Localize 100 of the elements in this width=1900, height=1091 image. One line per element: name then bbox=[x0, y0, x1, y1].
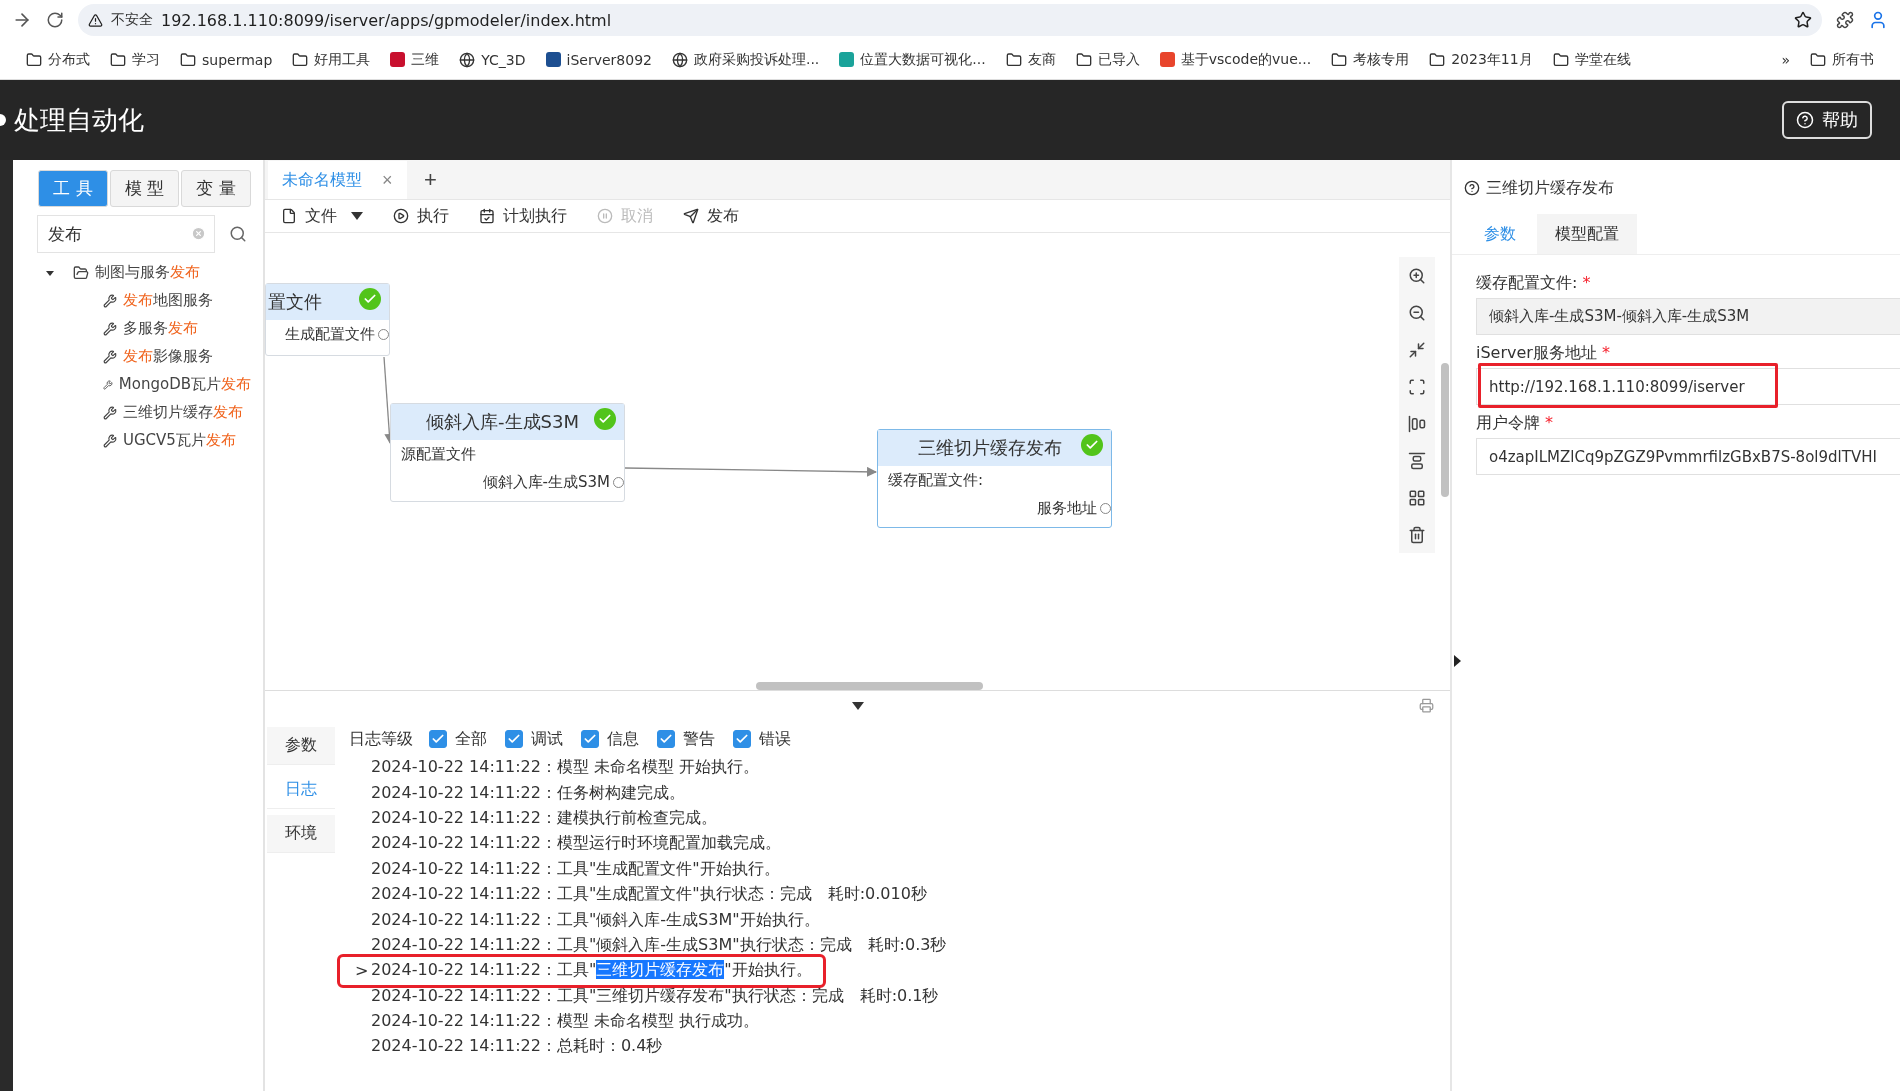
address-bar[interactable]: 不安全 192.168.1.110:8099/iserver/apps/gpmodeler/index.html bbox=[78, 4, 1822, 36]
bookmark-link[interactable]: 位置大数据可视化... bbox=[831, 47, 994, 72]
scrollbar-thumb[interactable] bbox=[1441, 363, 1449, 497]
wrench-icon bbox=[103, 349, 117, 364]
play-icon bbox=[393, 208, 409, 224]
bookmark-link[interactable]: 分布式 bbox=[18, 47, 98, 72]
panel-tab[interactable]: 模型配置 bbox=[1537, 214, 1637, 254]
checkbox[interactable] bbox=[429, 730, 447, 748]
toolbar-button[interactable]: 文件 bbox=[281, 205, 363, 227]
folder-icon bbox=[1429, 51, 1446, 68]
security-label: 不安全 bbox=[111, 11, 153, 29]
panel-title: 三维切片缓存发布 bbox=[1486, 177, 1614, 199]
tree-item[interactable]: UGCV5瓦片发布 bbox=[123, 431, 236, 450]
bookmark-link[interactable]: 三维 bbox=[382, 47, 448, 72]
log-row[interactable]: 2024-10-22 14:11:22：工具"三维切片缓存发布"执行状态：完成 耗时:0.1秒 bbox=[341, 983, 949, 1009]
reload-icon[interactable] bbox=[46, 11, 64, 29]
log-row[interactable]: 2024-10-22 14:11:22：工具"生成配置文件"开始执行。 bbox=[341, 856, 790, 882]
bookmark-link[interactable]: supermap bbox=[172, 48, 281, 71]
folder-icon bbox=[110, 51, 126, 68]
log-row[interactable]: 2024-10-22 14:11:22：工具"倾斜入库-生成S3M"开始执行。 bbox=[341, 907, 830, 933]
toolbar-button[interactable]: 计划执行 bbox=[479, 205, 567, 227]
log-row[interactable]: 2024-10-22 14:11:22：工具"倾斜入库-生成S3M"执行状态：完成 耗时:0.3秒 bbox=[341, 932, 957, 959]
tree-item[interactable]: 发布地图服务 bbox=[123, 291, 213, 310]
side-tab[interactable]: 参数 bbox=[267, 727, 335, 765]
log-row[interactable]: 2024-10-22 14:11:22：模型 未命名模型 开始执行。 bbox=[341, 755, 770, 781]
tool-node[interactable]: 置文件 生成配置文件 bbox=[265, 283, 390, 356]
log-line: 2024-10-22 14:11:22：模型 未命名模型 执行成功。 bbox=[371, 1011, 760, 1033]
side-tab[interactable]: 环境 bbox=[267, 815, 335, 853]
text-field[interactable]: http://192.168.1.110:8099/iserver bbox=[1476, 368, 1900, 405]
check-icon bbox=[431, 732, 445, 746]
bookmark-star-icon[interactable] bbox=[1794, 11, 1812, 29]
folder-icon bbox=[1810, 51, 1826, 68]
checkbox[interactable] bbox=[733, 730, 751, 748]
tree-item[interactable]: 制图与服务发布 bbox=[95, 263, 200, 282]
expand-marker[interactable]: > bbox=[355, 961, 371, 981]
checkbox[interactable] bbox=[657, 730, 675, 748]
log-line: 2024-10-22 14:11:22：工具"生成配置文件"执行状态：完成 耗时:0.010秒 bbox=[371, 884, 927, 906]
bookmark-link[interactable]: 2023年11月 bbox=[1421, 47, 1541, 72]
log-line: 2024-10-22 14:11:22：工具"倾斜入库-生成S3M"执行状态：完成 耗时:0.3秒 bbox=[371, 934, 947, 956]
extensions-icon[interactable] bbox=[1836, 11, 1854, 29]
help-button[interactable]: 帮助 bbox=[1782, 101, 1872, 139]
folder-icon bbox=[1552, 51, 1569, 68]
bookmark-link[interactable]: 好用工具 bbox=[284, 47, 379, 72]
field-label: 缓存配置文件: * bbox=[1476, 273, 1591, 294]
collapse-icon[interactable] bbox=[851, 702, 864, 710]
tree-item[interactable]: 多服务发布 bbox=[123, 319, 198, 338]
port-handle[interactable] bbox=[613, 476, 624, 488]
log-row[interactable]: 2024-10-22 14:11:22：建模执行前检查完成。 bbox=[341, 805, 727, 832]
panel-tab[interactable]: 变 量 bbox=[181, 170, 251, 207]
text-field[interactable]: o4zapILMZlCq9pZGZ9PvmmrfilzGBxB7S-8ol9dlTVHI bbox=[1476, 438, 1900, 475]
bookmark-link[interactable]: 学习 bbox=[102, 47, 168, 72]
align-vertical-icon bbox=[1408, 451, 1426, 470]
scrollbar-thumb[interactable] bbox=[756, 682, 983, 690]
bookmark-link[interactable]: 友商 bbox=[997, 47, 1064, 72]
node-title: 倾斜入库-生成S3M bbox=[391, 404, 624, 440]
port-handle[interactable] bbox=[1100, 502, 1111, 514]
log-row[interactable]: 2024-10-22 14:11:22：工具"生成配置文件"执行状态：完成 耗时:0.010秒 bbox=[341, 881, 937, 908]
bookmark-link[interactable]: 所有书 bbox=[1802, 47, 1882, 72]
checkbox[interactable] bbox=[505, 730, 523, 748]
shrink-icon bbox=[1408, 340, 1426, 359]
zoom-out-icon bbox=[1408, 303, 1426, 322]
tree-item[interactable]: MongoDB瓦片发布 bbox=[118, 375, 251, 394]
panel-tab[interactable]: 模 型 bbox=[109, 170, 180, 207]
tree-item[interactable]: 发布影像服务 bbox=[123, 347, 213, 366]
more-bookmarks-button[interactable]: » bbox=[1773, 48, 1798, 71]
log-row[interactable]: 2024-10-22 14:11:22：总耗时：0.4秒 bbox=[341, 1034, 673, 1060]
grid-icon bbox=[1408, 488, 1426, 507]
profile-icon[interactable] bbox=[1868, 10, 1888, 30]
close-tab-button[interactable]: × bbox=[382, 169, 393, 191]
text-field[interactable]: 倾斜入库-生成S3M-倾斜入库-生成S3M bbox=[1476, 298, 1900, 335]
toolbar-button[interactable]: 执行 bbox=[393, 205, 449, 227]
logo-icon bbox=[0, 113, 8, 127]
search-icon[interactable] bbox=[229, 225, 247, 243]
bookmark-link[interactable]: 考核专用 bbox=[1323, 47, 1418, 72]
warning-icon bbox=[88, 12, 103, 28]
bookmark-link[interactable]: YC_3D bbox=[451, 48, 534, 71]
folder-icon bbox=[1075, 51, 1092, 68]
bookmark-link[interactable]: 基于vscode的vue... bbox=[1151, 47, 1320, 72]
expand-icon[interactable] bbox=[1454, 655, 1461, 667]
print-icon[interactable] bbox=[1419, 698, 1434, 713]
checkbox[interactable] bbox=[581, 730, 599, 748]
port-handle[interactable] bbox=[378, 328, 389, 340]
help-icon[interactable] bbox=[1464, 180, 1480, 196]
field-label: 用户令牌 * bbox=[1476, 413, 1554, 434]
log-row[interactable]: 2024-10-22 14:11:22：模型运行时环境配置加载完成。 bbox=[341, 831, 791, 857]
toolbar-button[interactable]: 发布 bbox=[683, 205, 739, 227]
log-row[interactable]: > 2024-10-22 14:11:22：工具"三维切片缓存发布"开始执行。 bbox=[341, 958, 822, 984]
log-row[interactable]: 2024-10-22 14:11:22：任务树构建完成。 bbox=[341, 780, 695, 806]
log-row[interactable]: 2024-10-22 14:11:22：模型 未命名模型 执行成功。 bbox=[341, 1008, 770, 1035]
log-line: 2024-10-22 14:11:22：工具"生成配置文件"开始执行。 bbox=[371, 858, 780, 880]
bookmark-link[interactable]: 政府采购投诉处理... bbox=[663, 47, 828, 72]
wrench-icon bbox=[103, 377, 113, 392]
bookmark-link[interactable]: 学堂在线 bbox=[1544, 47, 1639, 72]
tool-node[interactable]: 三维切片缓存发布 缓存配置文件: 服务地址 bbox=[877, 429, 1112, 528]
tool-node[interactable]: 倾斜入库-生成S3M 源配置文件 倾斜入库-生成S3M bbox=[390, 403, 625, 502]
bookmark-link[interactable]: 已导入 bbox=[1067, 47, 1148, 72]
tree-item[interactable]: 三维切片缓存发布 bbox=[123, 403, 243, 422]
editor-tab[interactable]: 未命名模型 × bbox=[268, 161, 407, 199]
search-field[interactable]: 发布 bbox=[37, 215, 215, 253]
bookmark-link[interactable]: iServer8092 bbox=[537, 48, 660, 71]
